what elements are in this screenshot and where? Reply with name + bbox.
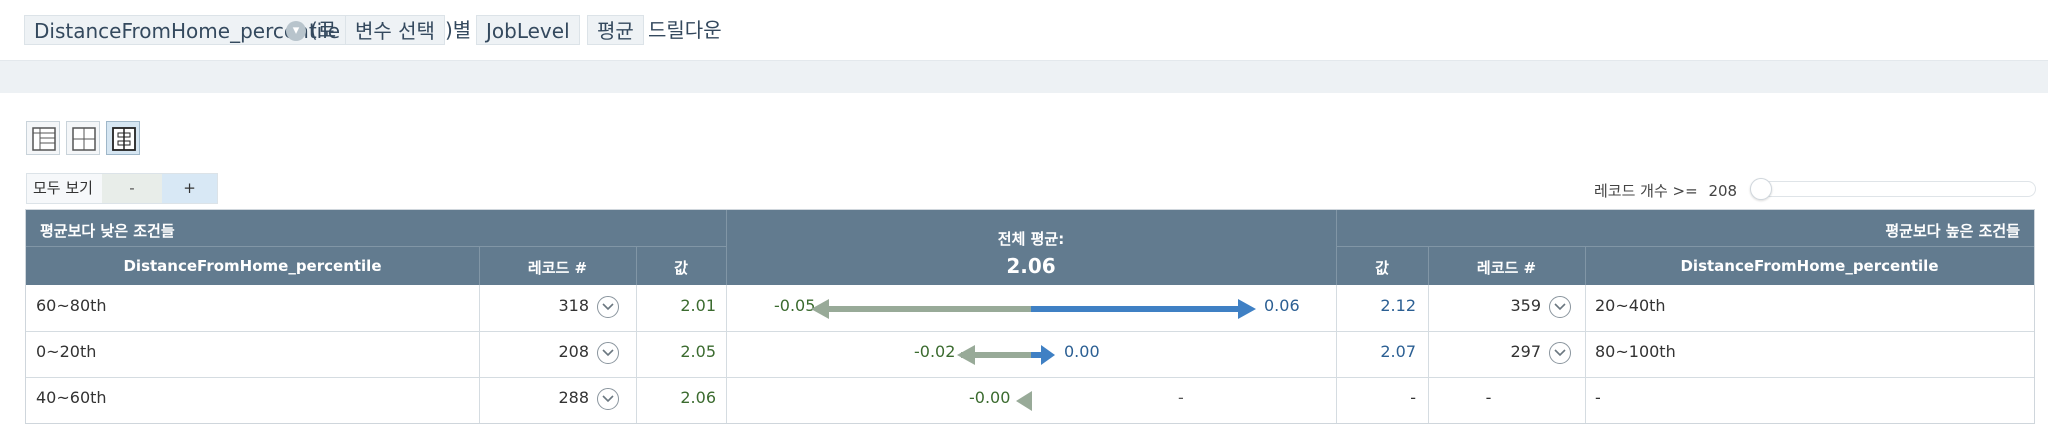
low-diff-bar — [823, 306, 1031, 312]
right-records-header[interactable]: 레코드 # — [1428, 257, 1585, 278]
right-arrow-icon — [1041, 345, 1055, 365]
col-sep — [1336, 285, 1337, 423]
diff-low-label: -0.00 — [969, 388, 1011, 407]
header-sep — [1585, 246, 1586, 285]
lower-conditions-title: 평균보다 낮은 조건들 — [40, 222, 175, 240]
header-sep — [636, 246, 637, 285]
record-count-value: 208 — [1708, 182, 1738, 200]
overall-average-value: 2.06 — [1006, 254, 1056, 278]
right-value-header[interactable]: 값 — [1336, 257, 1428, 278]
aggregate-chip[interactable]: 평균 — [587, 15, 644, 45]
left-condition-header[interactable]: DistanceFromHome_percentile — [26, 257, 479, 275]
record-count-slider-handle[interactable] — [1750, 178, 1772, 200]
col-sep — [1428, 285, 1429, 423]
table-view-button[interactable] — [26, 121, 60, 155]
right-arrow-icon — [1238, 299, 1256, 319]
left-value-cell: 2.06 — [680, 388, 716, 407]
drilldown-chevron-icon[interactable] — [597, 342, 619, 364]
right-value-cell: 2.07 — [1380, 342, 1416, 361]
high-diff-bar — [1031, 306, 1241, 312]
diff-high-label: - — [1178, 388, 1184, 407]
left-value-cell: 2.05 — [680, 342, 716, 361]
drilldown-chevron-icon[interactable] — [1549, 342, 1571, 364]
record-count-slider[interactable] — [1752, 181, 2036, 197]
left-value-cell: 2.01 — [680, 296, 716, 315]
left-records-header[interactable]: 레코드 # — [479, 257, 636, 278]
col-sep — [479, 285, 480, 423]
bars-icon — [112, 127, 136, 151]
record-count-label: 레코드 개수 >= — [1594, 182, 1698, 200]
right-records-cell: 359 — [1510, 296, 1541, 315]
right-condition-header[interactable]: DistanceFromHome_percentile — [1585, 257, 2034, 275]
col-sep — [726, 285, 727, 423]
variable-select-chip[interactable]: 변수 선택 — [345, 15, 445, 45]
left-records-cell: 318 — [558, 296, 589, 315]
expand-button[interactable]: + — [162, 174, 217, 203]
bar-view-button[interactable] — [106, 121, 140, 155]
col-sep — [1585, 285, 1586, 423]
table-icon — [32, 127, 56, 151]
header-sep — [1336, 210, 1337, 285]
right-condition-cell: - — [1595, 388, 1601, 407]
grid-icon — [72, 127, 96, 151]
row-sep — [26, 331, 2034, 332]
paren-close-text: )별 — [445, 18, 472, 42]
left-arrow-icon — [1016, 391, 1032, 411]
diff-low-label: -0.02 — [914, 342, 956, 361]
left-records-cell: 208 — [558, 342, 589, 361]
drilldown-chevron-icon[interactable] — [1549, 296, 1571, 318]
record-count-filter: 레코드 개수 >= 208 — [1594, 180, 1737, 201]
paren-open-text: (로 — [310, 18, 337, 42]
collapse-button[interactable]: - — [102, 174, 162, 203]
drilldown-chevron-icon[interactable] — [597, 388, 619, 410]
left-condition-cell: 0~20th — [36, 342, 97, 361]
diff-high-label: 0.06 — [1264, 296, 1300, 315]
right-value-cell: - — [1410, 388, 1416, 407]
show-all-label: 모두 보기 — [33, 179, 93, 197]
split-view-button[interactable] — [66, 121, 100, 155]
drilldown-header: DistanceFromHome_percentile ▾ (로 변수 선택 )… — [0, 0, 2048, 60]
right-condition-cell: 80~100th — [1595, 342, 1676, 361]
left-value-header[interactable]: 값 — [636, 257, 726, 278]
col-sep — [636, 285, 637, 423]
drilldown-chevron-icon[interactable] — [597, 296, 619, 318]
left-records-cell: 288 — [558, 388, 589, 407]
header-sep — [479, 246, 480, 285]
header-sep — [1428, 246, 1429, 285]
right-records-cell: - — [1485, 388, 1492, 407]
right-condition-cell: 20~40th — [1595, 296, 1666, 315]
left-arrow-icon — [811, 299, 829, 319]
circle-chevron-icon[interactable]: ▾ — [286, 21, 306, 41]
header-divider-right — [1336, 246, 2034, 247]
header-divider-left — [26, 246, 726, 247]
joblevel-chip[interactable]: JobLevel — [476, 15, 580, 45]
left-arrow-icon — [957, 345, 975, 365]
right-records-cell: 297 — [1510, 342, 1541, 361]
show-all-control: 모두 보기 - + — [26, 173, 218, 204]
higher-conditions-title: 평균보다 높은 조건들 — [1885, 222, 2020, 240]
overall-average-label: 전체 평균: — [997, 230, 1065, 248]
drilldown-label: 드릴다운 — [648, 18, 722, 42]
right-value-cell: 2.12 — [1380, 296, 1416, 315]
diff-low-label: -0.05 — [774, 296, 816, 315]
left-condition-cell: 60~80th — [36, 296, 107, 315]
header-sep — [726, 210, 727, 285]
row-sep — [26, 377, 2034, 378]
left-condition-cell: 40~60th — [36, 388, 107, 407]
drilldown-table: 평균보다 낮은 조건들 평균보다 높은 조건들 전체 평균: 2.06 Dist… — [25, 209, 2035, 424]
divider-band — [0, 60, 2048, 93]
diff-high-label: 0.00 — [1064, 342, 1100, 361]
